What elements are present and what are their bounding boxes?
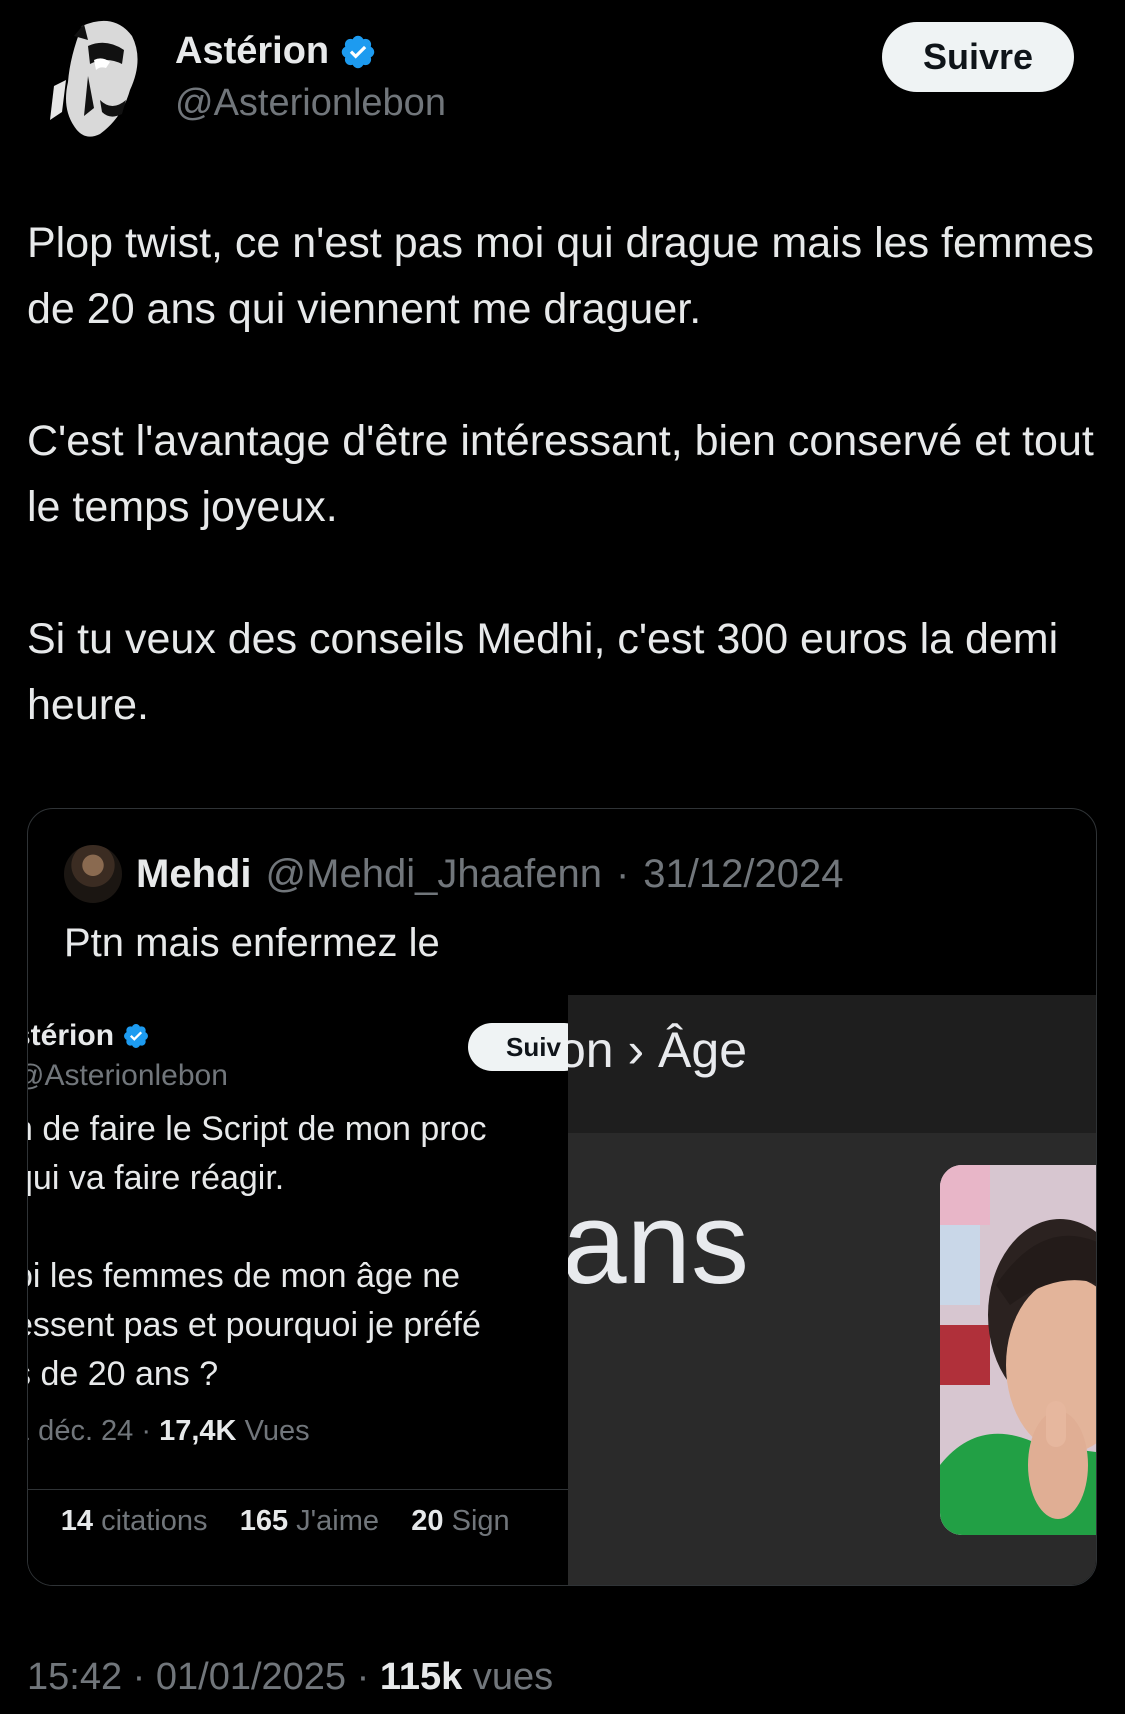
author-name[interactable]: Astérion: [175, 30, 329, 73]
stat-label: s: [28, 1505, 29, 1537]
screenshot-date: 1 déc. 24: [28, 1415, 134, 1447]
author-name-row: Astérion: [175, 30, 377, 73]
stat-value: 165: [239, 1505, 289, 1537]
views-count[interactable]: 115k: [380, 1656, 462, 1698]
screenshot-meta: 1 déc. 24 · 17,4K Vues: [28, 1415, 310, 1448]
screenshot-line: essent pas et pourquoi je préfé: [28, 1306, 481, 1344]
separator-dot: ·: [615, 851, 630, 896]
verified-badge-icon: [124, 1024, 148, 1048]
screenshot-follow-button: Suiv: [468, 1023, 568, 1071]
embedded-search-screenshot: on › Âge ans: [568, 995, 1096, 1585]
screenshot-views-value: 17,4K: [159, 1415, 237, 1447]
follow-button[interactable]: Suivre: [882, 22, 1074, 92]
views-label: vues: [472, 1656, 554, 1698]
search-breadcrumb: on › Âge: [568, 1022, 748, 1078]
stat-label: Sign: [451, 1505, 510, 1537]
screenshot-tweet-text: n de faire le Script de mon proc qui va …: [28, 1105, 568, 1399]
tweet-footer-meta: 15:42 · 01/01/2025 · 115k vues: [27, 1656, 553, 1699]
screenshot-views-label: Vues: [244, 1415, 310, 1447]
screenshot-line: s de 20 ans ?: [28, 1355, 219, 1393]
stat-value: 20: [411, 1505, 444, 1537]
divider: [28, 1489, 568, 1490]
search-answer-text: ans: [568, 1178, 750, 1308]
stat-label: J'aime: [296, 1505, 380, 1537]
separator-dot: ·: [356, 1656, 380, 1698]
quoted-tweet-media[interactable]: stérion @Asterionlebon Suiv n de faire l…: [28, 995, 1096, 1585]
embedded-tweet-screenshot: stérion @Asterionlebon Suiv n de faire l…: [28, 995, 568, 1585]
tweet-body: Plop twist, ce n'est pas moi qui drague …: [27, 210, 1107, 804]
masked-face-avatar-icon: [50, 20, 138, 137]
screenshot-author-handle: @Asterionlebon: [28, 1059, 228, 1092]
quoted-author-name: Mehdi: [136, 851, 252, 896]
quoted-author-handle: @Mehdi_Jhaafenn: [265, 851, 602, 896]
tweet-paragraph: C'est l'avantage d'être intéressant, bie…: [27, 417, 1094, 531]
search-header: on › Âge: [568, 995, 1096, 1133]
tweet-paragraph: Plop twist, ce n'est pas moi qui drague …: [27, 219, 1094, 333]
tweet-date[interactable]: 01/01/2025: [156, 1656, 346, 1698]
tweet-paragraph: Si tu veux des conseils Medhi, c'est 300…: [27, 615, 1059, 729]
screenshot-author-name-text: stérion: [28, 1019, 115, 1052]
author-avatar[interactable]: [44, 16, 154, 144]
tweet-time[interactable]: 15:42: [27, 1656, 122, 1698]
author-handle[interactable]: @Asterionlebon: [175, 82, 446, 125]
screenshot-line: n de faire le Script de mon proc: [28, 1110, 487, 1148]
separator-dot: ·: [141, 1415, 160, 1447]
separator-dot: ·: [132, 1656, 156, 1698]
quoted-tweet-card[interactable]: Mehdi @Mehdi_Jhaafenn · 31/12/2024 Ptn m…: [27, 808, 1097, 1586]
verified-badge-icon: [341, 35, 375, 68]
stat-label: citations: [101, 1505, 208, 1537]
screenshot-author-name: stérion: [28, 1019, 150, 1053]
quoted-tweet-header: Mehdi @Mehdi_Jhaafenn · 31/12/2024: [64, 845, 843, 903]
screenshot-stats: s 14 citations 165 J'aime 20 Sign: [28, 1505, 510, 1538]
screenshot-line: qui va faire réagir.: [28, 1159, 285, 1197]
screenshot-line: oi les femmes de mon âge ne: [28, 1257, 461, 1295]
quoted-author-avatar: [64, 845, 122, 903]
quoted-tweet-text: Ptn mais enfermez le: [64, 921, 440, 965]
stat-value: 14: [60, 1505, 93, 1537]
person-photo: [940, 1165, 1096, 1535]
quoted-tweet-date: 31/12/2024: [643, 851, 844, 896]
person-photo-image: [940, 1165, 1096, 1535]
